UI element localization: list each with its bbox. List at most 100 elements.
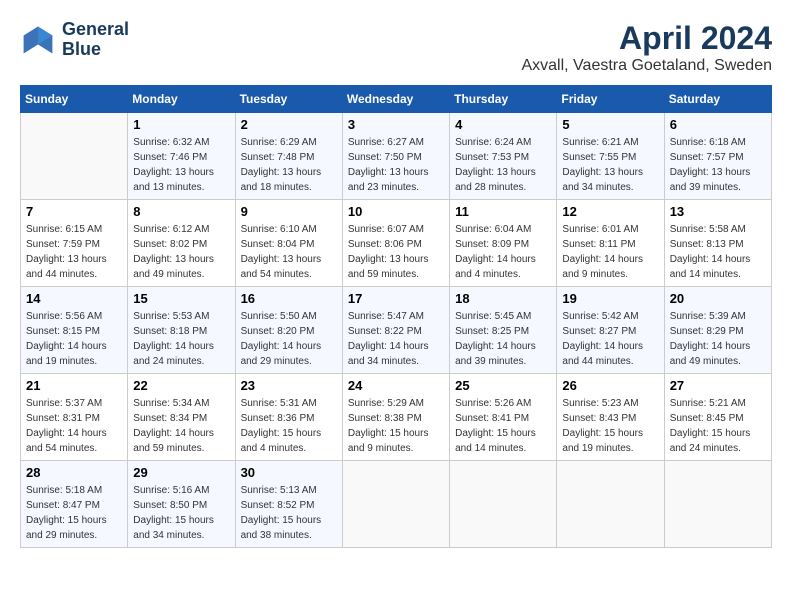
page-subtitle: Axvall, Vaestra Goetaland, Sweden xyxy=(521,57,772,75)
day-number: 20 xyxy=(670,291,766,306)
day-info: Sunrise: 6:01 AMSunset: 8:11 PMDaylight:… xyxy=(562,222,658,282)
calendar-day-cell: 21Sunrise: 5:37 AMSunset: 8:31 PMDayligh… xyxy=(21,374,128,461)
calendar-day-cell: 11Sunrise: 6:04 AMSunset: 8:09 PMDayligh… xyxy=(450,200,557,287)
calendar-week-row: 7 Sunrise: 6:15 AMSunset: 7:59 PMDaylight… xyxy=(21,200,772,287)
title-area: April 2024 Axvall, Vaestra Goetaland, Sw… xyxy=(521,20,772,75)
day-info: Sunrise: 6:29 AMSunset: 7:48 PMDaylight:… xyxy=(241,135,337,195)
day-info: Sunrise: 5:31 AMSunset: 8:36 PMDaylight:… xyxy=(241,396,337,456)
page-title: April 2024 xyxy=(521,20,772,57)
calendar-day-cell: 20 Sunrise: 5:39 AMSunset: 8:29 PMDayligh… xyxy=(664,287,771,374)
day-number: 28 xyxy=(26,465,122,480)
calendar-day-cell: 30 Sunrise: 5:13 AMSunset: 8:52 PMDayligh… xyxy=(235,461,342,548)
calendar-table: SundayMondayTuesdayWednesdayThursdayFrid… xyxy=(20,85,772,548)
day-number: 2 xyxy=(241,117,337,132)
day-of-week-header: Thursday xyxy=(450,86,557,113)
calendar-day-cell: 17Sunrise: 5:47 AMSunset: 8:22 PMDayligh… xyxy=(342,287,449,374)
day-number: 25 xyxy=(455,378,551,393)
calendar-day-cell: 14 Sunrise: 5:56 AMSunset: 8:15 PMDayligh… xyxy=(21,287,128,374)
day-of-week-header: Tuesday xyxy=(235,86,342,113)
calendar-day-cell: 26Sunrise: 5:23 AMSunset: 8:43 PMDayligh… xyxy=(557,374,664,461)
day-number: 10 xyxy=(348,204,444,219)
day-info: Sunrise: 5:58 AMSunset: 8:13 PMDaylight:… xyxy=(670,222,766,282)
day-info: Sunrise: 5:37 AMSunset: 8:31 PMDaylight:… xyxy=(26,396,122,456)
day-number: 6 xyxy=(670,117,766,132)
day-info: Sunrise: 5:56 AMSunset: 8:15 PMDaylight:… xyxy=(26,309,122,369)
calendar-day-cell: 15Sunrise: 5:53 AMSunset: 8:18 PMDayligh… xyxy=(128,287,235,374)
logo-line2: Blue xyxy=(62,40,129,60)
calendar-day-cell: 10 Sunrise: 6:07 AMSunset: 8:06 PMDayligh… xyxy=(342,200,449,287)
day-info: Sunrise: 6:12 AMSunset: 8:02 PMDaylight:… xyxy=(133,222,229,282)
day-number: 13 xyxy=(670,204,766,219)
calendar-day-cell: 22Sunrise: 5:34 AMSunset: 8:34 PMDayligh… xyxy=(128,374,235,461)
day-info: Sunrise: 5:42 AMSunset: 8:27 PMDaylight:… xyxy=(562,309,658,369)
day-number: 24 xyxy=(348,378,444,393)
day-info: Sunrise: 5:39 AMSunset: 8:29 PMDaylight:… xyxy=(670,309,766,369)
day-number: 19 xyxy=(562,291,658,306)
day-info: Sunrise: 6:18 AMSunset: 7:57 PMDaylight:… xyxy=(670,135,766,195)
day-info: Sunrise: 6:10 AMSunset: 8:04 PMDaylight:… xyxy=(241,222,337,282)
header: General Blue April 2024 Axvall, Vaestra … xyxy=(20,20,772,75)
day-info: Sunrise: 5:21 AMSunset: 8:45 PMDaylight:… xyxy=(670,396,766,456)
calendar-week-row: 1Sunrise: 6:32 AMSunset: 7:46 PMDaylight… xyxy=(21,113,772,200)
day-number: 17 xyxy=(348,291,444,306)
calendar-week-row: 14 Sunrise: 5:56 AMSunset: 8:15 PMDayligh… xyxy=(21,287,772,374)
calendar-day-cell: 28 Sunrise: 5:18 AMSunset: 8:47 PMDayligh… xyxy=(21,461,128,548)
calendar-week-row: 28 Sunrise: 5:18 AMSunset: 8:47 PMDayligh… xyxy=(21,461,772,548)
day-of-week-header: Wednesday xyxy=(342,86,449,113)
day-info: Sunrise: 5:13 AMSunset: 8:52 PMDaylight:… xyxy=(241,483,337,543)
calendar-day-cell: 8 Sunrise: 6:12 AMSunset: 8:02 PMDaylight… xyxy=(128,200,235,287)
day-info: Sunrise: 6:27 AMSunset: 7:50 PMDaylight:… xyxy=(348,135,444,195)
day-info: Sunrise: 6:04 AMSunset: 8:09 PMDaylight:… xyxy=(455,222,551,282)
day-number: 14 xyxy=(26,291,122,306)
day-info: Sunrise: 6:07 AMSunset: 8:06 PMDaylight:… xyxy=(348,222,444,282)
calendar-day-cell xyxy=(21,113,128,200)
calendar-day-cell: 1Sunrise: 6:32 AMSunset: 7:46 PMDaylight… xyxy=(128,113,235,200)
day-info: Sunrise: 5:45 AMSunset: 8:25 PMDaylight:… xyxy=(455,309,551,369)
logo-text: General Blue xyxy=(62,20,129,60)
days-of-week-row: SundayMondayTuesdayWednesdayThursdayFrid… xyxy=(21,86,772,113)
calendar-day-cell: 19 Sunrise: 5:42 AMSunset: 8:27 PMDayligh… xyxy=(557,287,664,374)
day-of-week-header: Sunday xyxy=(21,86,128,113)
calendar-day-cell: 4Sunrise: 6:24 AMSunset: 7:53 PMDaylight… xyxy=(450,113,557,200)
calendar-day-cell: 5Sunrise: 6:21 AMSunset: 7:55 PMDaylight… xyxy=(557,113,664,200)
calendar-day-cell: 2 Sunrise: 6:29 AMSunset: 7:48 PMDaylight… xyxy=(235,113,342,200)
day-info: Sunrise: 6:15 AMSunset: 7:59 PMDaylight:… xyxy=(26,222,122,282)
calendar-day-cell: 27 Sunrise: 5:21 AMSunset: 8:45 PMDayligh… xyxy=(664,374,771,461)
calendar-day-cell xyxy=(342,461,449,548)
day-of-week-header: Saturday xyxy=(664,86,771,113)
calendar-day-cell: 25 Sunrise: 5:26 AMSunset: 8:41 PMDayligh… xyxy=(450,374,557,461)
day-number: 9 xyxy=(241,204,337,219)
calendar-day-cell: 29 Sunrise: 5:16 AMSunset: 8:50 PMDayligh… xyxy=(128,461,235,548)
calendar-day-cell: 12Sunrise: 6:01 AMSunset: 8:11 PMDayligh… xyxy=(557,200,664,287)
calendar-day-cell: 3 Sunrise: 6:27 AMSunset: 7:50 PMDaylight… xyxy=(342,113,449,200)
day-info: Sunrise: 5:50 AMSunset: 8:20 PMDaylight:… xyxy=(241,309,337,369)
day-of-week-header: Friday xyxy=(557,86,664,113)
day-of-week-header: Monday xyxy=(128,86,235,113)
day-info: Sunrise: 5:23 AMSunset: 8:43 PMDaylight:… xyxy=(562,396,658,456)
logo: General Blue xyxy=(20,20,129,60)
day-number: 27 xyxy=(670,378,766,393)
calendar-day-cell xyxy=(664,461,771,548)
day-number: 8 xyxy=(133,204,229,219)
calendar-day-cell: 23 Sunrise: 5:31 AMSunset: 8:36 PMDayligh… xyxy=(235,374,342,461)
day-number: 23 xyxy=(241,378,337,393)
day-number: 7 xyxy=(26,204,122,219)
calendar-day-cell xyxy=(450,461,557,548)
calendar-day-cell: 9 Sunrise: 6:10 AMSunset: 8:04 PMDaylight… xyxy=(235,200,342,287)
day-number: 3 xyxy=(348,117,444,132)
day-info: Sunrise: 6:32 AMSunset: 7:46 PMDaylight:… xyxy=(133,135,229,195)
day-info: Sunrise: 5:26 AMSunset: 8:41 PMDaylight:… xyxy=(455,396,551,456)
calendar-day-cell: 18 Sunrise: 5:45 AMSunset: 8:25 PMDayligh… xyxy=(450,287,557,374)
day-number: 16 xyxy=(241,291,337,306)
day-info: Sunrise: 5:18 AMSunset: 8:47 PMDaylight:… xyxy=(26,483,122,543)
calendar-day-cell: 6 Sunrise: 6:18 AMSunset: 7:57 PMDaylight… xyxy=(664,113,771,200)
logo-icon xyxy=(20,22,56,58)
day-number: 22 xyxy=(133,378,229,393)
calendar-day-cell: 13 Sunrise: 5:58 AMSunset: 8:13 PMDayligh… xyxy=(664,200,771,287)
day-number: 30 xyxy=(241,465,337,480)
day-info: Sunrise: 6:21 AMSunset: 7:55 PMDaylight:… xyxy=(562,135,658,195)
calendar-header: SundayMondayTuesdayWednesdayThursdayFrid… xyxy=(21,86,772,113)
day-number: 18 xyxy=(455,291,551,306)
day-number: 29 xyxy=(133,465,229,480)
day-info: Sunrise: 5:16 AMSunset: 8:50 PMDaylight:… xyxy=(133,483,229,543)
